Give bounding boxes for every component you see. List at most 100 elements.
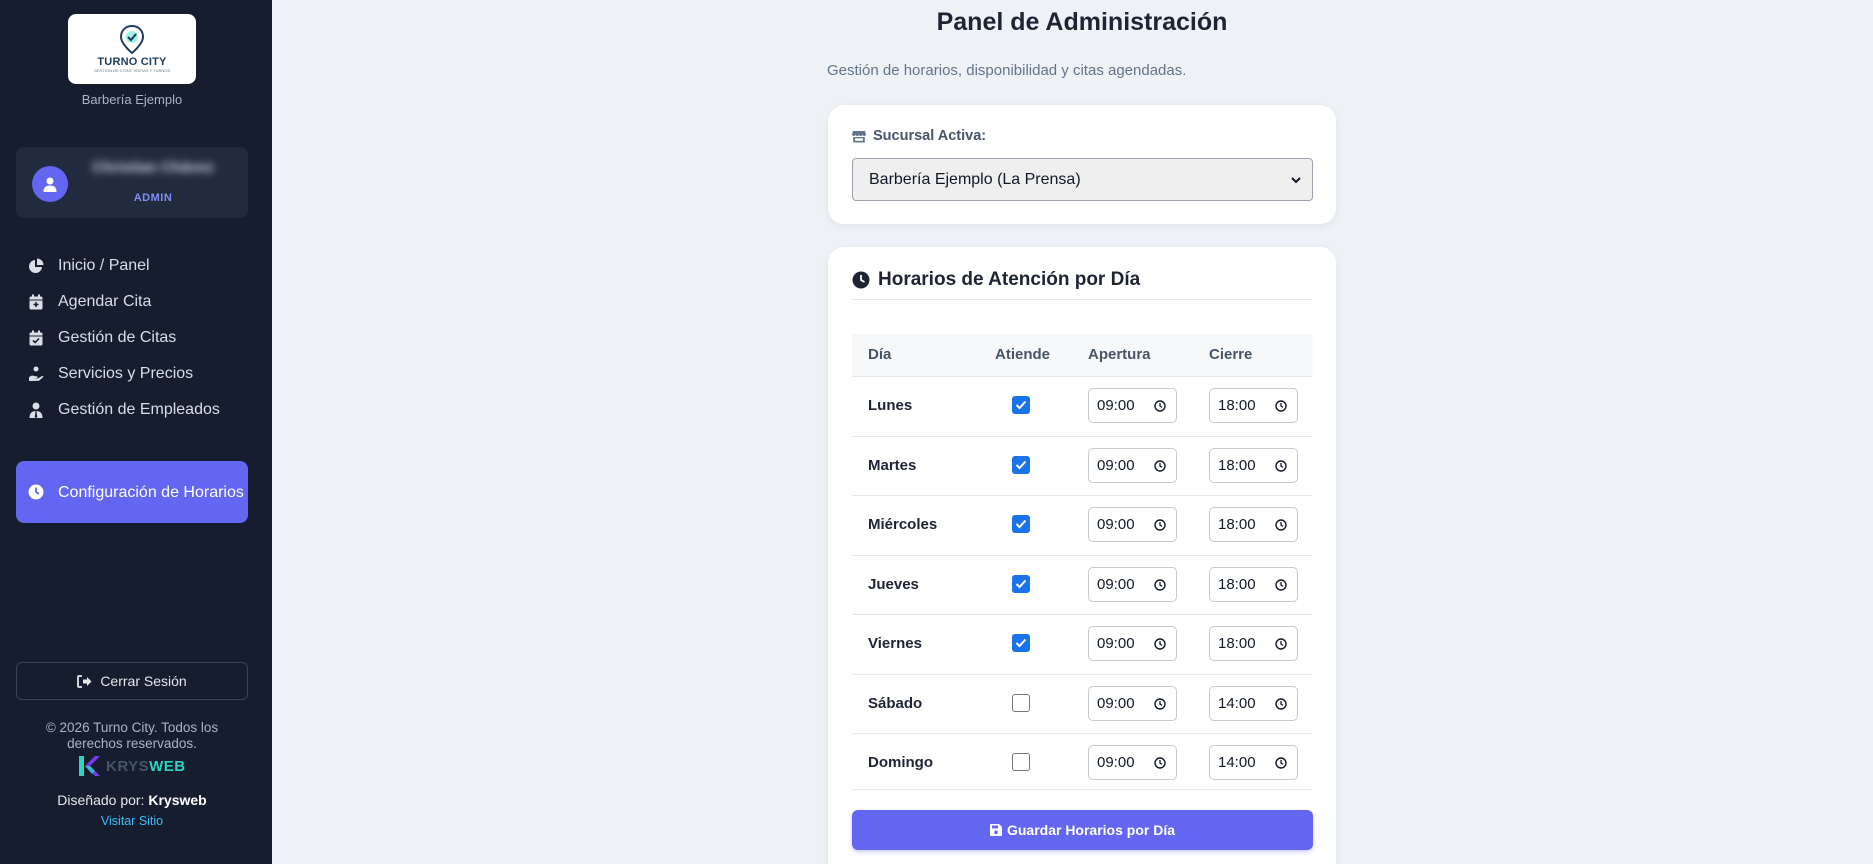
clock-icon [1275, 757, 1287, 769]
clock-icon [28, 484, 44, 500]
table-row: Miércoles 09:00 18:00 [852, 495, 1313, 554]
open-time-input[interactable]: 09:00 [1088, 685, 1177, 721]
day-name: Martes [868, 456, 917, 474]
clock-icon [1275, 519, 1287, 531]
nav-item-label: Inicio / Panel [58, 257, 150, 274]
user-tie-icon [28, 402, 44, 418]
nav-item-gestion-citas[interactable]: Gestión de Citas [16, 320, 248, 356]
save-hours-button[interactable]: Guardar Horarios por Día [852, 810, 1313, 850]
attends-checkbox[interactable] [1012, 753, 1030, 771]
branch-label: Sucursal Activa: [852, 128, 986, 144]
user-role-badge: ADMIN [133, 192, 173, 204]
nav-item-empleados[interactable]: Gestión de Empleados [16, 392, 248, 428]
location-pin-icon [119, 25, 145, 55]
open-time-value: 09:00 [1097, 456, 1135, 474]
column-header-close: Cierre [1209, 346, 1253, 363]
nav-item-label: Configuración de Horarios [58, 483, 244, 501]
clock-icon [1154, 578, 1166, 591]
attends-checkbox[interactable] [1012, 634, 1030, 652]
close-time-input[interactable]: 18:00 [1209, 447, 1298, 483]
krysweb-logo-part2: WEB [149, 757, 186, 775]
attends-checkbox[interactable] [1012, 455, 1030, 474]
attends-checkbox[interactable] [1012, 515, 1030, 533]
user-icon [43, 177, 57, 192]
open-time-input[interactable]: 09:00 [1088, 388, 1177, 423]
open-time-input[interactable]: 09:00 [1088, 626, 1177, 661]
nav-item-horarios[interactable]: Configuración de Horarios [16, 461, 248, 523]
clock-icon [1275, 400, 1287, 412]
nav-item-label: Servicios y Precios [58, 365, 194, 382]
open-time-input[interactable]: 09:00 [1088, 745, 1177, 780]
clock-icon [1154, 757, 1166, 769]
clock-icon [1154, 697, 1166, 710]
close-time-input[interactable]: 18:00 [1209, 388, 1298, 423]
krysweb-mark-icon [79, 756, 100, 776]
close-time-input[interactable]: 18:00 [1209, 626, 1298, 661]
branch-select[interactable]: Barbería Ejemplo (La Prensa) [852, 158, 1313, 201]
close-time-value: 18:00 [1218, 456, 1256, 474]
copyright-text: © 2026 Turno City. Todos los derechos re… [45, 720, 219, 751]
open-time-input[interactable]: 09:00 [1088, 447, 1177, 483]
clock-icon [1275, 638, 1287, 650]
attends-checkbox[interactable] [1012, 396, 1030, 414]
designed-by-name: Krysweb [148, 792, 207, 808]
nav-item-servicios[interactable]: Servicios y Precios [16, 356, 248, 392]
nav-item-label: Gestión de Citas [58, 329, 177, 346]
visit-site-link[interactable]: Visitar Sitio [0, 814, 264, 828]
day-name: Lunes [868, 397, 913, 414]
page-subtitle: Gestión de horarios, disponibilidad y ci… [827, 62, 1187, 79]
krysweb-logo: KRYSWEB [76, 752, 188, 780]
open-time-value: 09:00 [1097, 516, 1135, 533]
close-time-input[interactable]: 18:00 [1209, 566, 1298, 602]
attends-checkbox[interactable] [1012, 574, 1030, 593]
column-header-day: Día [868, 346, 892, 363]
logout-button[interactable]: Cerrar Sesión [16, 662, 248, 700]
open-time-input[interactable]: 09:00 [1088, 507, 1177, 542]
attends-checkbox[interactable] [1012, 693, 1030, 712]
table-row: Domingo 09:00 14:00 [852, 733, 1313, 792]
close-time-value: 14:00 [1218, 694, 1256, 712]
user-card: Christian Chávez ADMIN [16, 147, 248, 218]
branch-card: Sucursal Activa: Barbería Ejemplo (La Pr… [828, 105, 1336, 224]
day-name: Domingo [868, 754, 933, 771]
open-time-value: 09:00 [1097, 397, 1135, 414]
close-time-value: 18:00 [1218, 635, 1256, 652]
calendar-plus-icon [28, 294, 44, 310]
close-time-value: 18:00 [1218, 516, 1256, 533]
clock-icon [1154, 638, 1166, 650]
chevron-down-icon [1291, 177, 1301, 184]
calendar-check-icon [28, 330, 44, 346]
open-time-value: 09:00 [1097, 575, 1135, 593]
user-name: Christian Chávez [92, 159, 214, 176]
krysweb-logo-part1: KRYS [106, 757, 150, 775]
logo-tagline: GESTIÓN DE CITAS, VISITAS Y TURNOS [93, 68, 171, 73]
designed-by-prefix: Diseñado por: [57, 792, 145, 808]
day-name: Sábado [868, 694, 923, 712]
page-title: Panel de Administración [936, 8, 1228, 36]
clock-icon [1275, 578, 1287, 591]
table-row: Viernes 09:00 18:00 [852, 614, 1313, 673]
hand-holding-icon [28, 366, 44, 382]
logout-label: Cerrar Sesión [100, 673, 187, 689]
business-name: Barbería Ejemplo [81, 92, 183, 107]
table-row: Sábado 09:00 14:00 [852, 673, 1313, 733]
divider [852, 789, 1313, 790]
app-logo[interactable]: TURNO CITY GESTIÓN DE CITAS, VISITAS Y T… [68, 14, 196, 84]
close-time-input[interactable]: 14:00 [1209, 685, 1298, 721]
column-header-attends: Atiende [995, 346, 1051, 363]
open-time-input[interactable]: 09:00 [1088, 566, 1177, 602]
open-time-value: 09:00 [1097, 754, 1135, 771]
day-name: Jueves [868, 575, 919, 593]
nav-item-agendar-cita[interactable]: Agendar Cita [16, 284, 248, 320]
nav-item-label: Gestión de Empleados [58, 401, 220, 418]
column-header-open: Apertura [1088, 346, 1151, 363]
close-time-value: 14:00 [1218, 754, 1256, 771]
branch-select-value: Barbería Ejemplo (La Prensa) [869, 170, 1081, 188]
nav-item-inicio[interactable]: Inicio / Panel [16, 248, 248, 284]
nav-item-label: Agendar Cita [58, 293, 152, 310]
close-time-input[interactable]: 18:00 [1209, 507, 1298, 542]
store-icon [852, 130, 866, 143]
avatar [32, 166, 68, 202]
hours-title-text: Horarios de Atención por Día [878, 269, 1141, 290]
close-time-input[interactable]: 14:00 [1209, 745, 1298, 780]
